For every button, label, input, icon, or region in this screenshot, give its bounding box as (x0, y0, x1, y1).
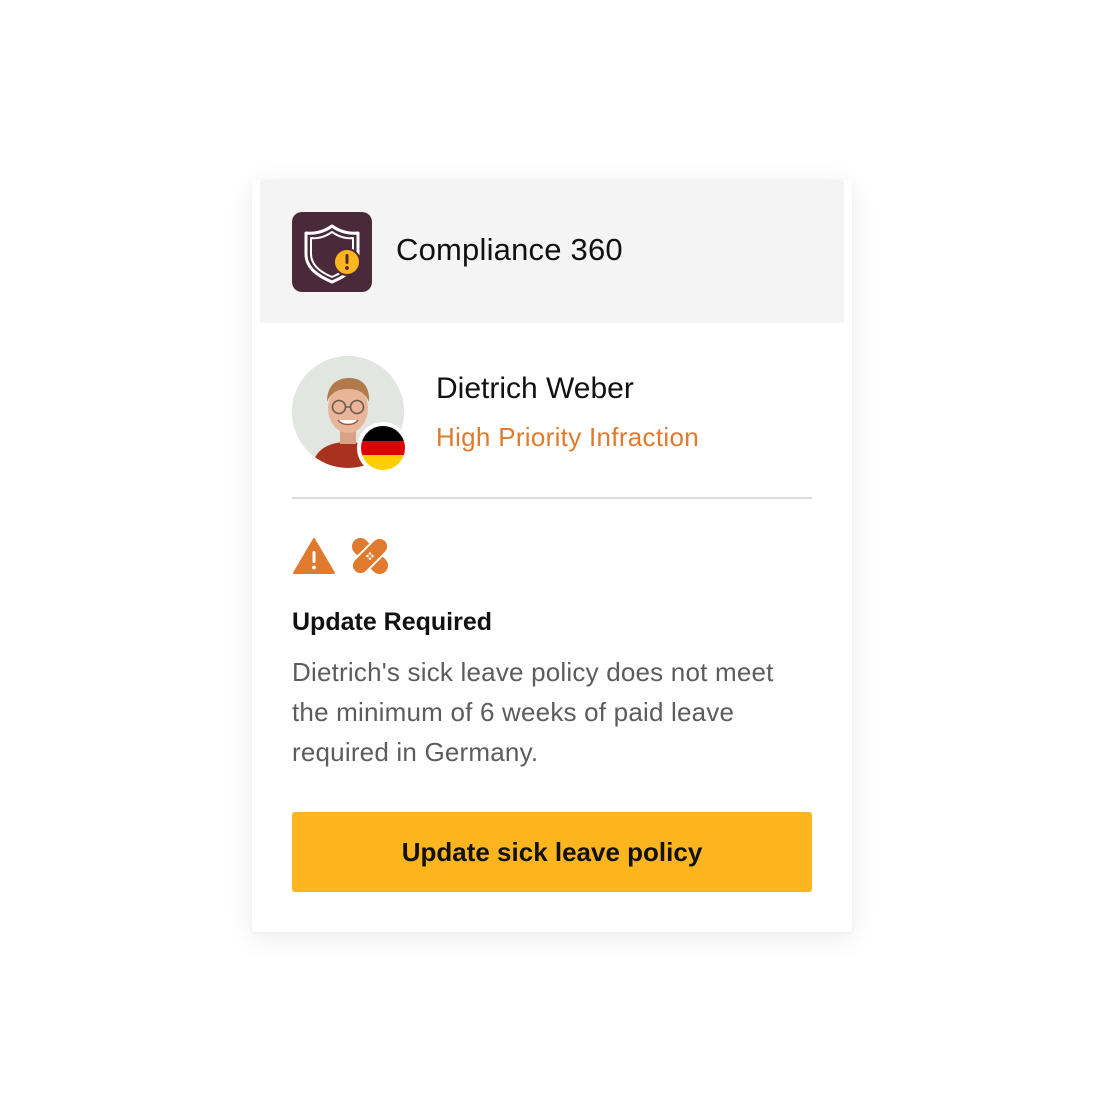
infraction-status: High Priority Infraction (436, 422, 699, 452)
shield-warning-icon (292, 212, 372, 292)
compliance-card: Compliance 360 Dietrich Weber High Prior… (252, 180, 852, 932)
bandage-icon (350, 536, 394, 576)
germany-flag-icon (357, 422, 409, 474)
notice-title: Update Required (292, 608, 493, 636)
app-title: Compliance 360 (396, 232, 623, 267)
notice-icons (292, 536, 394, 576)
warning-triangle-icon (292, 536, 336, 576)
employee-name: Dietrich Weber (436, 372, 634, 405)
notice-body: Dietrich's sick leave policy does not me… (292, 657, 774, 767)
update-policy-button[interactable]: Update sick leave policy (292, 812, 812, 892)
divider (292, 497, 812, 499)
card-header: Compliance 360 (260, 180, 844, 323)
